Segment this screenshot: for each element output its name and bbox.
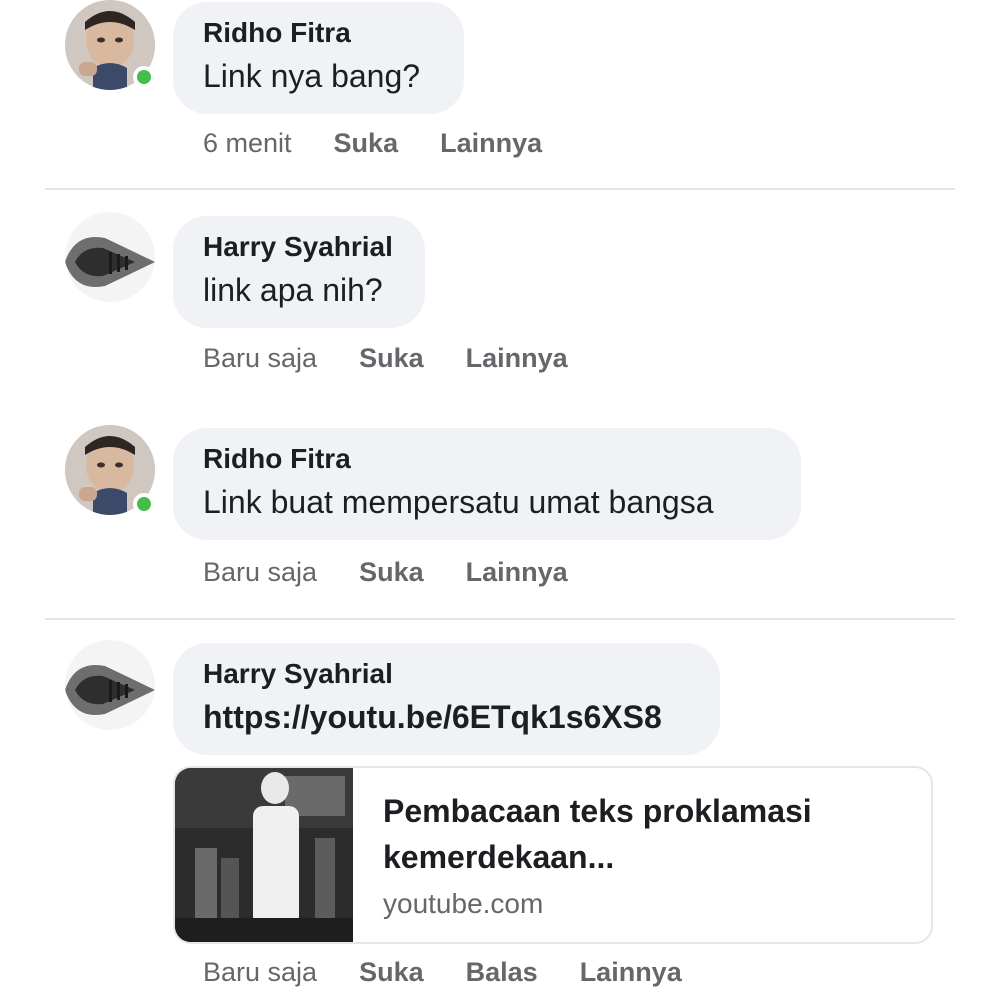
comment-actions: Baru saja Suka Lainnya (203, 343, 610, 374)
more-button[interactable]: Lainnya (580, 957, 682, 988)
online-status-dot (133, 66, 155, 88)
comment-actions: Baru saja Suka Lainnya (203, 557, 610, 588)
avatar[interactable] (65, 640, 155, 730)
divider (45, 188, 955, 190)
comment-text: link apa nih? (203, 272, 383, 308)
comment-actions: Baru saja Suka Balas Lainnya (203, 957, 724, 988)
link-preview-card[interactable]: Pembacaan teks proklamasi kemerdekaan...… (173, 766, 933, 944)
like-button[interactable]: Suka (359, 557, 424, 588)
online-status-dot (133, 493, 155, 515)
reply-button[interactable]: Balas (466, 957, 538, 988)
comment-author[interactable]: Ridho Fitra (203, 442, 771, 476)
comment-author[interactable]: Ridho Fitra (203, 16, 434, 50)
like-button[interactable]: Suka (359, 957, 424, 988)
comment-text: Link buat mempersatu umat bangsa (203, 484, 714, 520)
comment-text: Link nya bang? (203, 58, 421, 94)
more-button[interactable]: Lainnya (466, 343, 568, 374)
comment-bubble: Harry Syahrial link apa nih? (173, 216, 425, 328)
comment-author[interactable]: Harry Syahrial (203, 657, 690, 691)
comment-author[interactable]: Harry Syahrial (203, 230, 395, 264)
avatar[interactable] (65, 212, 155, 302)
comment-time[interactable]: Baru saja (203, 957, 317, 988)
comment-link[interactable]: https://youtu.be/6ETqk1s6XS8 (203, 695, 690, 739)
divider (45, 618, 955, 620)
comment-time[interactable]: Baru saja (203, 557, 317, 588)
like-button[interactable]: Suka (334, 128, 399, 159)
comment-actions: 6 menit Suka Lainnya (203, 128, 584, 159)
link-preview-domain: youtube.com (383, 888, 544, 919)
like-button[interactable]: Suka (359, 343, 424, 374)
video-thumbnail[interactable] (175, 768, 353, 942)
comment-bubble: Harry Syahrial https://youtu.be/6ETqk1s6… (173, 643, 720, 755)
link-preview-title[interactable]: Pembacaan teks proklamasi kemerdekaan... (383, 788, 903, 880)
comment-bubble: Ridho Fitra Link nya bang? (173, 2, 464, 114)
comment-bubble: Ridho Fitra Link buat mempersatu umat ba… (173, 428, 801, 540)
comment-time[interactable]: 6 menit (203, 128, 292, 159)
comment-time[interactable]: Baru saja (203, 343, 317, 374)
more-button[interactable]: Lainnya (466, 557, 568, 588)
more-button[interactable]: Lainnya (440, 128, 542, 159)
